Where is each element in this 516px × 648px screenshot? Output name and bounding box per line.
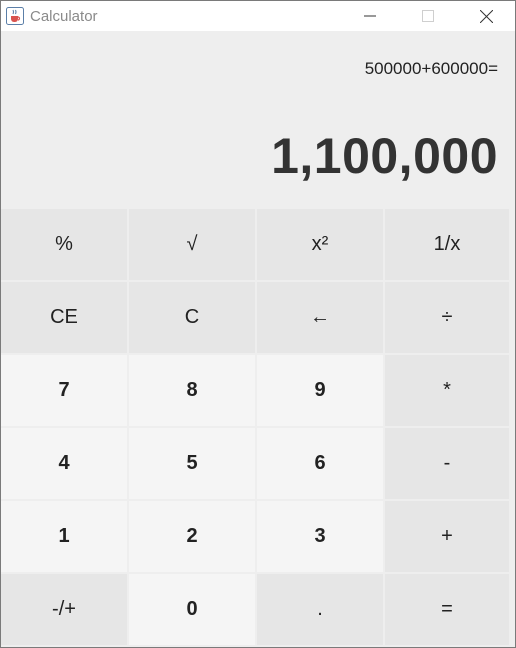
sqrt-button[interactable]: √ bbox=[129, 209, 257, 282]
calculator-display: 500000+600000= 1,100,000 bbox=[1, 31, 515, 209]
digit-8-button[interactable]: 8 bbox=[129, 355, 257, 428]
clear-button[interactable]: C bbox=[129, 282, 257, 355]
result-display: 1,100,000 bbox=[271, 128, 498, 184]
digit-3-button[interactable]: 3 bbox=[257, 501, 385, 574]
minimize-button[interactable] bbox=[341, 1, 399, 31]
square-button[interactable]: x² bbox=[257, 209, 385, 282]
expression-display: 500000+600000= bbox=[364, 59, 498, 78]
digit-5-button[interactable]: 5 bbox=[129, 428, 257, 501]
digit-1-button[interactable]: 1 bbox=[1, 501, 129, 574]
keypad: % √ x² 1/x CE C ← ÷ 7 8 9 * 4 5 6- 1 2 3 + -/+ 0. = bbox=[1, 209, 515, 647]
equals-button[interactable]: = bbox=[385, 574, 511, 647]
digit-0-button[interactable]: 0 bbox=[129, 574, 257, 647]
clear-entry-button[interactable]: CE bbox=[1, 282, 129, 355]
java-cup-icon bbox=[6, 7, 24, 25]
close-button[interactable] bbox=[457, 1, 515, 31]
close-icon bbox=[479, 9, 493, 23]
digit-6-button[interactable]: 6 bbox=[257, 428, 385, 501]
divide-button[interactable]: ÷ bbox=[385, 282, 511, 355]
window-controls bbox=[341, 1, 515, 31]
digit-7-button[interactable]: 7 bbox=[1, 355, 129, 428]
title-bar[interactable]: Calculator bbox=[1, 1, 515, 31]
reciprocal-button[interactable]: 1/x bbox=[385, 209, 511, 282]
add-button[interactable]: + bbox=[385, 501, 511, 574]
digit-2-button[interactable]: 2 bbox=[129, 501, 257, 574]
percent-button[interactable]: % bbox=[1, 209, 129, 282]
subtract-button[interactable]: - bbox=[385, 428, 511, 501]
digit-9-button[interactable]: 9 bbox=[257, 355, 385, 428]
maximize-button[interactable] bbox=[399, 1, 457, 31]
multiply-button[interactable]: * bbox=[385, 355, 511, 428]
window-title: Calculator bbox=[30, 7, 98, 25]
maximize-icon bbox=[422, 10, 434, 22]
decimal-button[interactable]: . bbox=[257, 574, 385, 647]
backspace-button[interactable]: ← bbox=[257, 282, 385, 355]
digit-4-button[interactable]: 4 bbox=[1, 428, 129, 501]
minimize-icon bbox=[364, 15, 376, 17]
calculator-window: Calculator 500000+600000= 1,100,000 % √ … bbox=[0, 0, 516, 648]
negate-button[interactable]: -/+ bbox=[1, 574, 129, 647]
